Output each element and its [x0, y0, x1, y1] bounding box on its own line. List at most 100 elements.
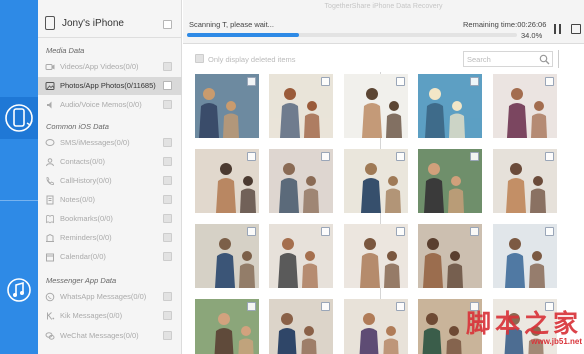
sidebar-item-calendar[interactable]: Calendar(0/0): [38, 248, 182, 266]
progress-percent: 34.0%: [521, 31, 543, 40]
photo-checkbox[interactable]: [545, 227, 554, 236]
sidebar-item-phone[interactable]: CallHistory(0/0): [38, 172, 182, 190]
whatsapp-icon: [45, 292, 55, 302]
device-name: Jony's iPhone: [62, 18, 124, 29]
progress-bar: [187, 33, 517, 37]
photo-thumbnail[interactable]: [344, 74, 408, 138]
photo-thumbnail[interactable]: [493, 74, 557, 138]
sidebar-item-label: Videos/App Videos(0/0): [60, 62, 139, 71]
photo-checkbox[interactable]: [247, 302, 256, 311]
section-header: Messenger App Data: [46, 276, 117, 285]
sidebar-item-audio[interactable]: Audio/Voice Memos(0/0): [38, 96, 182, 114]
photo-thumbnail[interactable]: [195, 299, 259, 354]
photo-checkbox[interactable]: [470, 77, 479, 86]
photo-checkbox[interactable]: [321, 302, 330, 311]
watermark-url: www.jb51.net: [531, 337, 582, 346]
photo-checkbox[interactable]: [247, 227, 256, 236]
phone-refresh-icon[interactable]: [0, 97, 42, 139]
item-checkbox[interactable]: [163, 81, 172, 90]
sidebar-item-wechat[interactable]: WeChat Messages(0/0): [38, 327, 182, 345]
photo-icon: [45, 82, 55, 90]
item-checkbox[interactable]: [163, 195, 172, 204]
photo-checkbox[interactable]: [545, 152, 554, 161]
photo-thumbnail[interactable]: [269, 149, 333, 213]
device-row[interactable]: Jony's iPhone: [38, 0, 182, 38]
photo-thumbnail[interactable]: [344, 149, 408, 213]
watermark-text: 脚本之家: [465, 309, 582, 338]
section-header: Media Data: [46, 46, 85, 55]
stop-button[interactable]: [571, 24, 581, 34]
photo-checkbox[interactable]: [396, 77, 405, 86]
filter-bar: Only display deleted items: [183, 45, 584, 69]
scan-header: TogetherShare iPhone Data Recovery Scann…: [183, 0, 584, 44]
photo-checkbox[interactable]: [247, 152, 256, 161]
photo-thumbnail[interactable]: [418, 149, 482, 213]
contacts-icon: [46, 158, 54, 167]
sidebar-item-notes[interactable]: Notes(0/0): [38, 191, 182, 209]
photo-thumbnail[interactable]: [269, 74, 333, 138]
item-checkbox[interactable]: [163, 62, 172, 71]
photo-thumbnail[interactable]: [493, 224, 557, 288]
sidebar-item-photo[interactable]: Photos/App Photos(0/11685): [38, 77, 182, 95]
window-title: TogetherShare iPhone Data Recovery: [324, 3, 443, 10]
calendar-icon: [46, 253, 54, 262]
sidebar-item-video[interactable]: Videos/App Videos(0/0): [38, 58, 182, 76]
item-checkbox[interactable]: [163, 214, 172, 223]
photo-thumbnail[interactable]: [269, 224, 333, 288]
item-checkbox[interactable]: [163, 138, 172, 147]
item-checkbox[interactable]: [163, 292, 172, 301]
item-checkbox[interactable]: [163, 157, 172, 166]
photo-checkbox[interactable]: [396, 152, 405, 161]
sidebar-item-label: Kik Messages(0/0): [60, 311, 123, 320]
photo-checkbox[interactable]: [247, 77, 256, 86]
photo-checkbox[interactable]: [470, 227, 479, 236]
deleted-only-checkbox[interactable]: [195, 54, 204, 63]
photo-thumbnail[interactable]: [344, 224, 408, 288]
photo-thumbnail[interactable]: [195, 74, 259, 138]
pause-icon: [554, 24, 556, 34]
sidebar-item-bookmark[interactable]: Bookmarks(0/0): [38, 210, 182, 228]
item-checkbox[interactable]: [163, 233, 172, 242]
sidebar: Jony's iPhone Media Data Videos/App Video…: [38, 0, 182, 354]
photo-thumbnail[interactable]: [269, 299, 333, 354]
sidebar-item-label: Bookmarks(0/0): [60, 214, 113, 223]
photo-thumbnail[interactable]: [195, 149, 259, 213]
sidebar-item-whatsapp[interactable]: WhatsApp Messages(0/0): [38, 288, 182, 306]
photo-checkbox[interactable]: [321, 152, 330, 161]
device-checkbox[interactable]: [163, 20, 172, 29]
sidebar-item-kik[interactable]: Kik Messages(0/0): [38, 307, 182, 325]
photo-checkbox[interactable]: [470, 152, 479, 161]
photo-thumbnail[interactable]: [493, 149, 557, 213]
photo-thumbnail[interactable]: [195, 224, 259, 288]
item-checkbox[interactable]: [163, 252, 172, 261]
item-checkbox[interactable]: [163, 331, 172, 340]
watermark: 脚本之家 www.jb51.net: [432, 309, 582, 347]
photo-thumbnail[interactable]: [344, 299, 408, 354]
item-checkbox[interactable]: [163, 176, 172, 185]
photo-thumbnail[interactable]: [418, 224, 482, 288]
pause-button[interactable]: [553, 24, 562, 34]
sidebar-item-reminder[interactable]: Reminders(0/0): [38, 229, 182, 247]
photo-checkbox[interactable]: [396, 227, 405, 236]
sidebar-item-label: Notes(0/0): [60, 195, 96, 204]
music-refresh-icon[interactable]: [4, 275, 34, 305]
search-icon[interactable]: [539, 54, 550, 65]
sidebar-item-message[interactable]: SMS/iMessages(0/0): [38, 134, 182, 152]
audio-icon: [47, 101, 52, 109]
reminder-icon: [46, 233, 54, 242]
remaining-time: Remaining time:00:26:06: [463, 20, 547, 29]
photo-checkbox[interactable]: [545, 77, 554, 86]
video-icon: [45, 64, 55, 70]
sidebar-item-contacts[interactable]: Contacts(0/0): [38, 153, 182, 171]
photo-checkbox[interactable]: [321, 77, 330, 86]
scan-status: Scanning T, please wait...: [189, 20, 274, 29]
item-checkbox[interactable]: [163, 311, 172, 320]
item-checkbox[interactable]: [163, 100, 172, 109]
wechat-icon: [45, 332, 55, 340]
photo-thumbnail[interactable]: [418, 74, 482, 138]
sidebar-item-label: Calendar(0/0): [60, 252, 106, 261]
iphone-icon: [45, 16, 55, 30]
rail-divider: [0, 200, 38, 201]
photo-checkbox[interactable]: [396, 302, 405, 311]
photo-checkbox[interactable]: [321, 227, 330, 236]
